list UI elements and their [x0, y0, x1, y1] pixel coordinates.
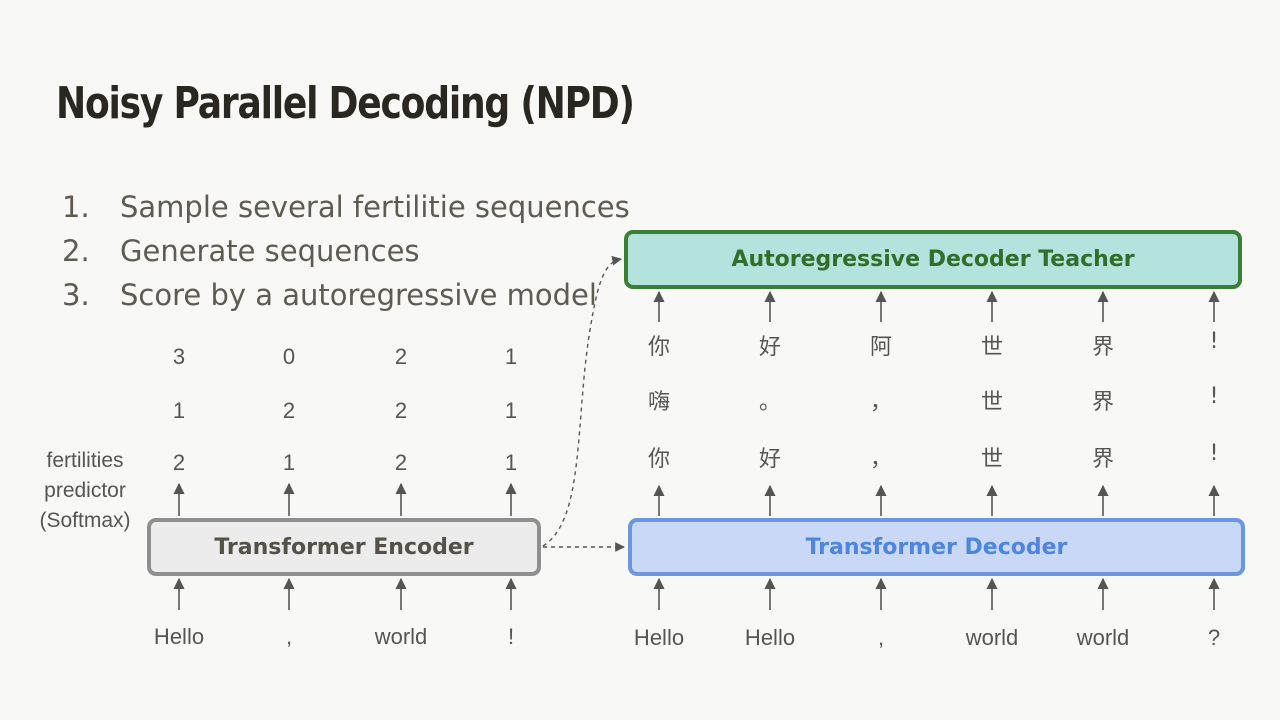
- transformer-decoder-box: Transformer Decoder: [628, 518, 1245, 576]
- decoder-output-token: 世: [980, 390, 1004, 415]
- decoder-output-token: 阿: [869, 335, 893, 360]
- diagram-arrows: [173, 254, 1220, 610]
- decoder-output-token: 你: [647, 447, 671, 472]
- fertility-value: 1: [504, 450, 518, 475]
- encoder-to-teacher-arrow: [542, 255, 622, 547]
- decoder-output-token: 你: [647, 335, 671, 360]
- fertility-value: 2: [394, 344, 408, 369]
- fertility-value: 0: [282, 344, 296, 369]
- autoregressive-decoder-teacher-box: Autoregressive Decoder Teacher: [624, 230, 1242, 289]
- decoder-output-token: 界: [1091, 390, 1115, 415]
- fertility-value: 2: [282, 398, 296, 423]
- decoder-output-token: 嗨: [647, 390, 671, 415]
- decoder-input-token: world: [1076, 625, 1130, 650]
- decoder-output-token: !: [1209, 329, 1219, 354]
- decoder-output-token: !: [1209, 384, 1219, 409]
- decoder-input-token: ,: [877, 625, 885, 650]
- encoder-input-token: world: [374, 624, 428, 649]
- fertility-value: 2: [394, 398, 408, 423]
- fertility-value: 3: [172, 344, 186, 369]
- teacher-label: Autoregressive Decoder Teacher: [731, 247, 1135, 272]
- fertility-predictor-label: fertilities predictor (Softmax): [30, 446, 140, 536]
- fertility-value: 2: [172, 450, 186, 475]
- fertility-value: 1: [504, 344, 518, 369]
- decoder-input-token: ?: [1207, 625, 1221, 650]
- decoder-label: Transformer Decoder: [805, 534, 1068, 560]
- encoder-input-token: ,: [285, 624, 293, 649]
- decoder-output-token: !: [1209, 441, 1219, 466]
- transformer-encoder-box: Transformer Encoder: [147, 518, 541, 576]
- encoder-input-token: !: [507, 624, 515, 649]
- decoder-input-token: Hello: [633, 625, 685, 650]
- fertility-label-line: predictor: [44, 479, 126, 502]
- decoder-output-token: 。: [758, 390, 782, 415]
- fertility-value: 1: [282, 450, 296, 475]
- decoder-output-token: ，: [869, 390, 893, 415]
- fertility-label-line: (Softmax): [39, 509, 131, 532]
- decoder-input-token: world: [965, 625, 1019, 650]
- decoder-output-token: ，: [869, 447, 893, 472]
- decoder-output-token: 界: [1091, 447, 1115, 472]
- decoder-output-token: 界: [1091, 335, 1115, 360]
- decoder-output-token: 世: [980, 447, 1004, 472]
- decoder-input-token: Hello: [744, 625, 796, 650]
- encoder-label: Transformer Encoder: [214, 534, 474, 560]
- encoder-input-token: Hello: [153, 624, 205, 649]
- decoder-output-token: 好: [758, 335, 782, 360]
- decoder-output-token: 世: [980, 335, 1004, 360]
- fertility-value: 1: [504, 398, 518, 423]
- fertility-value: 2: [394, 450, 408, 475]
- decoder-output-token: 好: [758, 447, 782, 472]
- fertility-label-line: fertilities: [46, 449, 124, 472]
- fertility-value: 1: [172, 398, 186, 423]
